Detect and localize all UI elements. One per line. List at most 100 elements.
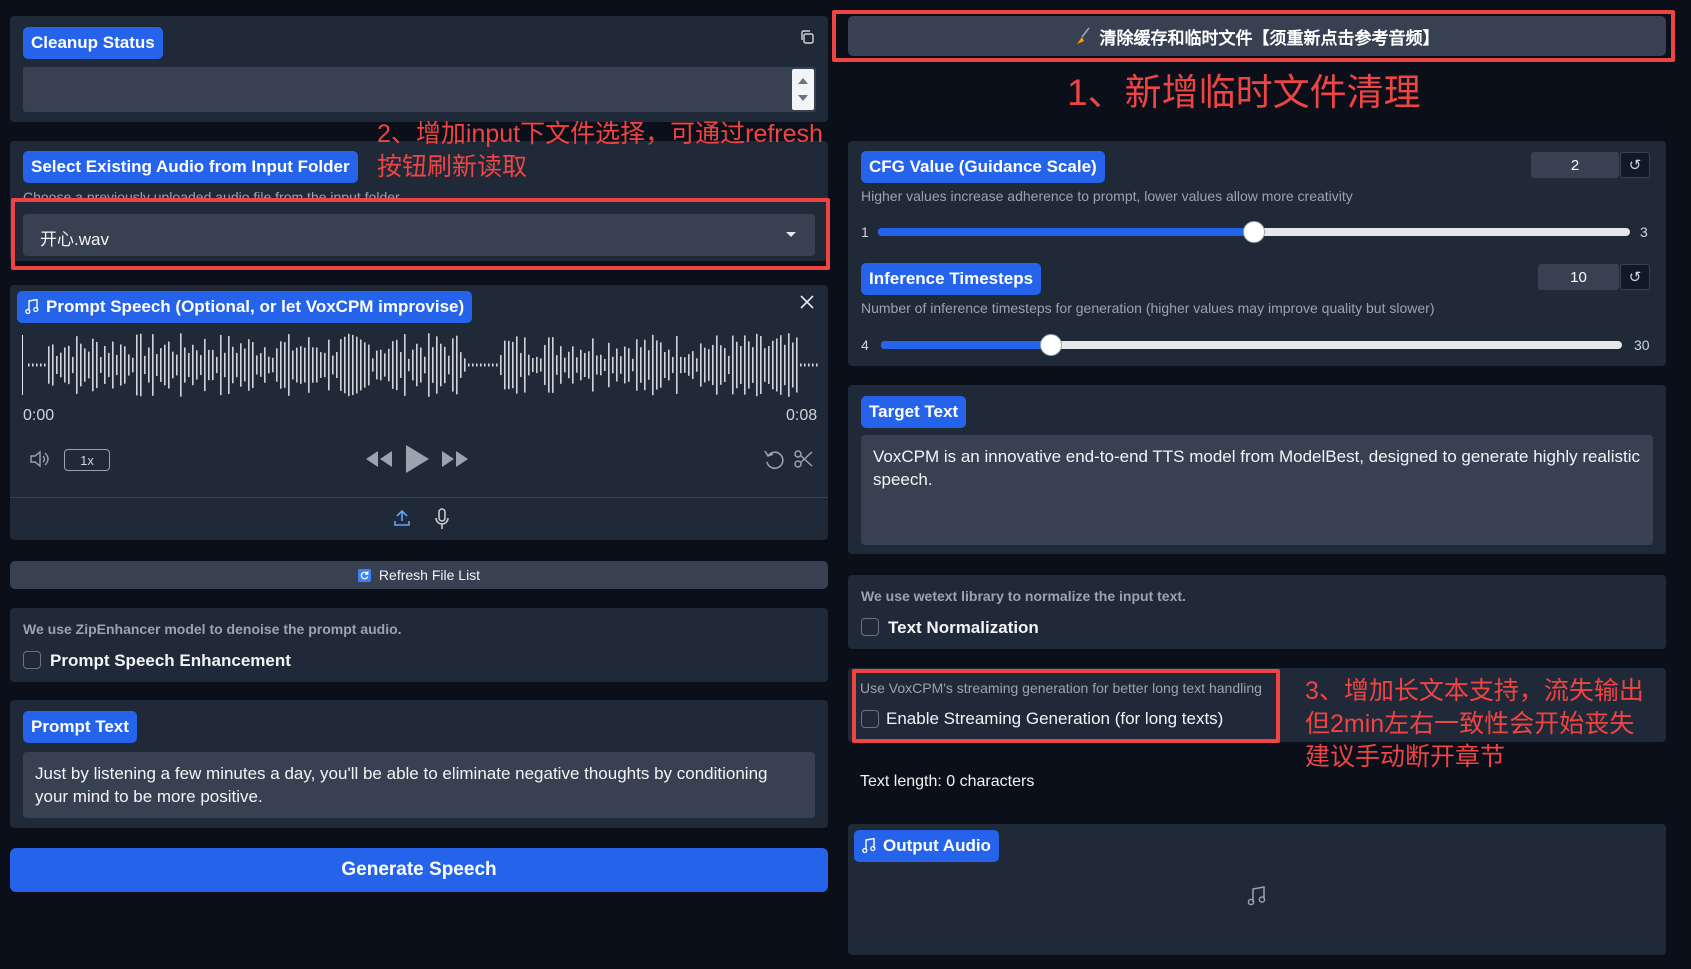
waveform-bar bbox=[580, 349, 582, 381]
target-text-input[interactable]: VoxCPM is an innovative end-to-end TTS m… bbox=[861, 435, 1653, 545]
waveform-bar bbox=[492, 363, 494, 367]
waveform-bar bbox=[504, 340, 506, 390]
waveform-bar bbox=[292, 350, 294, 380]
waveform-bar bbox=[284, 342, 286, 388]
waveform-bar bbox=[784, 344, 786, 386]
waveform-bar bbox=[428, 333, 430, 397]
waveform-bar bbox=[768, 346, 770, 384]
waveform-bar bbox=[92, 338, 94, 392]
waveform-bar bbox=[276, 348, 278, 382]
waveform-bar bbox=[436, 336, 438, 394]
cfg-number-input[interactable]: 2 bbox=[1531, 152, 1619, 178]
cleanup-status-field[interactable] bbox=[23, 67, 816, 112]
waveform-bar bbox=[596, 355, 598, 375]
output-placeholder-music-icon bbox=[1245, 884, 1269, 908]
waveform-bar bbox=[720, 345, 722, 385]
waveform-bar bbox=[592, 338, 594, 392]
waveform-bar bbox=[164, 344, 166, 386]
waveform-bar bbox=[404, 334, 406, 396]
waveform-bar bbox=[120, 344, 122, 386]
waveform-bar bbox=[736, 341, 738, 389]
waveform-bar bbox=[440, 343, 442, 387]
waveform-bar bbox=[364, 342, 366, 388]
waveform-bar bbox=[212, 349, 214, 381]
cfg-min: 1 bbox=[861, 224, 869, 240]
waveform-bar bbox=[296, 347, 298, 383]
audio-waveform[interactable] bbox=[22, 330, 822, 400]
waveform-bar bbox=[660, 342, 662, 388]
waveform-bar bbox=[620, 356, 622, 374]
copy-icon[interactable] bbox=[796, 26, 818, 48]
status-scrollbar[interactable] bbox=[792, 69, 814, 110]
volume-icon[interactable] bbox=[28, 448, 54, 470]
waveform-bar bbox=[756, 333, 758, 397]
prompt-speech-panel: Prompt Speech (Optional, or let VoxCPM i… bbox=[10, 285, 828, 540]
waveform-bar bbox=[528, 354, 530, 376]
enhancement-checkbox[interactable] bbox=[23, 651, 41, 669]
undo-icon[interactable] bbox=[762, 448, 786, 470]
waveform-bar bbox=[484, 363, 486, 367]
waveform-bar bbox=[760, 335, 762, 395]
timesteps-reset-button[interactable]: ↺ bbox=[1620, 264, 1650, 290]
scissors-icon[interactable] bbox=[792, 448, 816, 470]
close-icon[interactable] bbox=[796, 291, 818, 313]
waveform-bar bbox=[236, 352, 238, 378]
cfg-reset-button[interactable]: ↺ bbox=[1620, 152, 1650, 178]
generate-speech-button[interactable]: Generate Speech bbox=[10, 848, 828, 892]
annotation-box-select-audio bbox=[11, 198, 830, 270]
playback-rate-button[interactable]: 1x bbox=[64, 449, 110, 471]
cfg-slider-thumb[interactable] bbox=[1243, 221, 1265, 243]
waveform-bar bbox=[796, 337, 798, 393]
waveform-bar bbox=[176, 354, 178, 376]
waveform-bar bbox=[788, 333, 790, 397]
waveform-bar bbox=[628, 348, 630, 382]
waveform-bar bbox=[228, 336, 230, 394]
cfg-info: Higher values increase adherence to prom… bbox=[861, 188, 1353, 204]
timesteps-slider-fill bbox=[881, 341, 1051, 349]
cfg-label: CFG Value (Guidance Scale) bbox=[861, 151, 1105, 183]
waveform-bar bbox=[772, 340, 774, 390]
waveform-bar bbox=[396, 339, 398, 391]
microphone-icon[interactable] bbox=[431, 507, 453, 531]
waveform-bar bbox=[400, 352, 402, 378]
waveform-bar bbox=[144, 355, 146, 375]
cleanup-status-panel: Cleanup Status bbox=[10, 16, 828, 122]
fast-forward-icon[interactable] bbox=[440, 447, 470, 471]
waveform-bar bbox=[200, 355, 202, 375]
waveform-bar bbox=[688, 354, 690, 376]
prompt-text-input[interactable]: Just by listening a few minutes a day, y… bbox=[23, 752, 815, 818]
cleanup-status-label: Cleanup Status bbox=[23, 27, 163, 59]
waveform-bar bbox=[88, 351, 90, 379]
prompt-speech-label-text: Prompt Speech (Optional, or let VoxCPM i… bbox=[46, 297, 465, 316]
timesteps-slider-thumb[interactable] bbox=[1040, 334, 1062, 356]
refresh-file-list-label: Refresh File List bbox=[378, 567, 481, 583]
waveform-bar bbox=[444, 346, 446, 384]
waveform-bar bbox=[300, 346, 302, 384]
waveform-bar bbox=[780, 335, 782, 395]
waveform-bar bbox=[456, 335, 458, 395]
waveform-bar bbox=[476, 363, 478, 367]
waveform-bar bbox=[224, 352, 226, 378]
waveform-bar bbox=[244, 348, 246, 382]
timesteps-number-input[interactable]: 10 bbox=[1538, 264, 1619, 290]
waveform-bar bbox=[416, 343, 418, 387]
waveform-bar bbox=[704, 347, 706, 383]
waveform-bar bbox=[140, 333, 142, 397]
normalization-checkbox[interactable] bbox=[861, 618, 879, 636]
waveform-bar bbox=[744, 335, 746, 395]
waveform-bar bbox=[328, 339, 330, 391]
waveform-bar bbox=[316, 347, 318, 383]
upload-icon[interactable] bbox=[391, 507, 413, 529]
waveform-bar bbox=[76, 336, 78, 394]
waveform-bar bbox=[468, 363, 470, 367]
waveform-bar bbox=[668, 349, 670, 381]
target-text-label: Target Text bbox=[861, 396, 967, 428]
waveform-bar bbox=[40, 363, 42, 367]
rewind-icon[interactable] bbox=[364, 447, 394, 471]
waveform-bar bbox=[324, 352, 326, 378]
play-icon[interactable] bbox=[402, 442, 432, 476]
refresh-file-list-button[interactable]: Refresh File List bbox=[10, 561, 828, 589]
waveform-bar bbox=[320, 352, 322, 378]
waveform-bar bbox=[412, 349, 414, 381]
waveform-bar bbox=[344, 336, 346, 394]
